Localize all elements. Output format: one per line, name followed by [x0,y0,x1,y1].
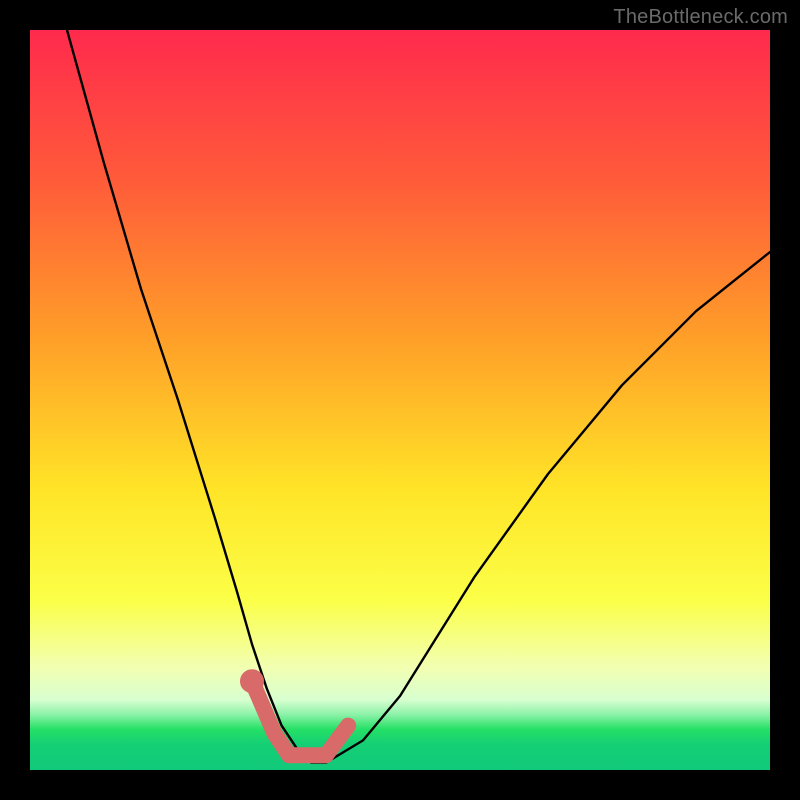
chart-frame [30,30,770,770]
bottom-accent-markers [246,675,348,755]
chart-plot [30,30,770,770]
watermark-text: TheBottleneck.com [613,6,788,29]
bottleneck-curve [67,30,770,763]
